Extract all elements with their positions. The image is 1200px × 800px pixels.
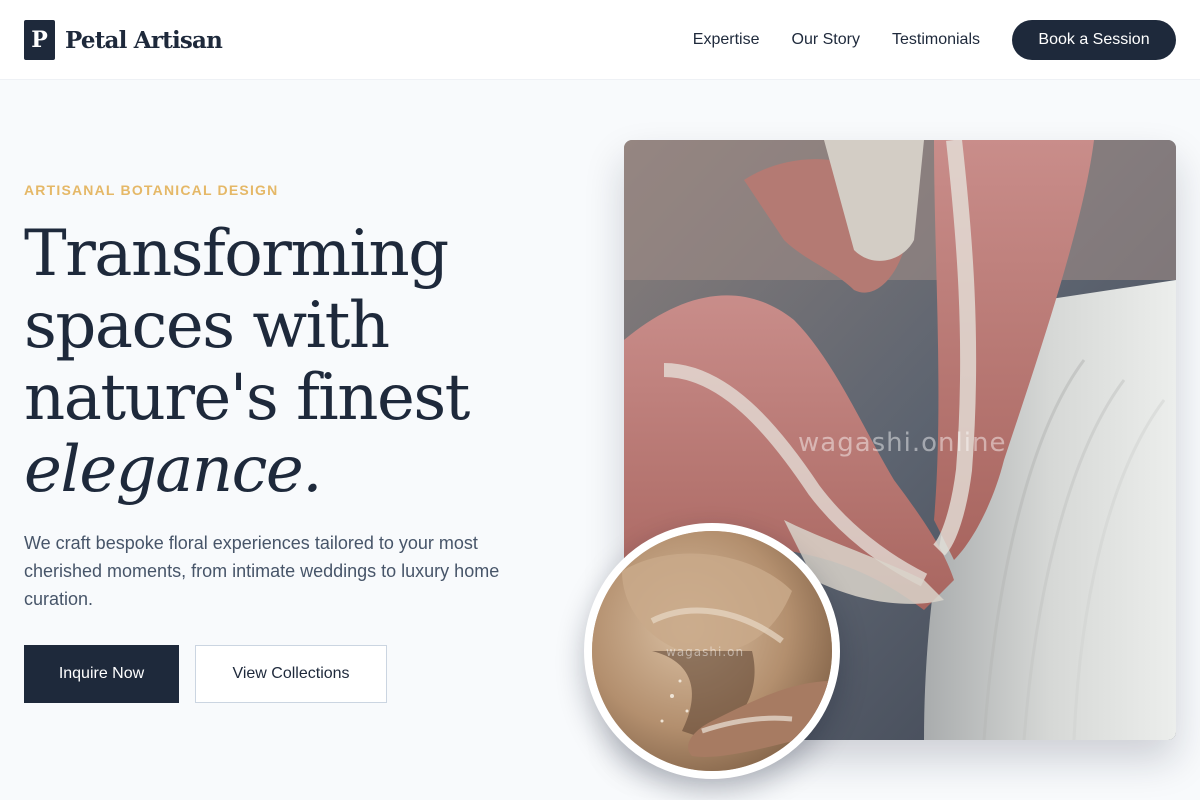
brand-name: Petal Artisan [65, 26, 223, 54]
site-header: P Petal Artisan Expertise Our Story Test… [0, 0, 1200, 80]
hero-lead: We craft bespoke floral experiences tail… [24, 533, 500, 609]
logo-mark-icon: P [24, 20, 55, 60]
view-collections-button[interactable]: View Collections [195, 645, 387, 703]
hero-eyebrow: ARTISANAL BOTANICAL DESIGN [24, 182, 279, 198]
headline-line: Transforming [24, 217, 449, 291]
nav-link-our-story[interactable]: Our Story [792, 31, 860, 49]
image-watermark: wagashi.online [798, 428, 1007, 458]
book-session-button[interactable]: Book a Session [1012, 20, 1176, 60]
nav-link-testimonials[interactable]: Testimonials [892, 31, 980, 49]
inquire-now-button[interactable]: Inquire Now [24, 645, 179, 703]
hero-headline: Transforming spaces with nature's finest… [24, 218, 564, 506]
inset-image-clay-hand: wagashi.on [584, 523, 840, 779]
headline-emphasis: elegance. [24, 433, 323, 507]
nav-link-expertise[interactable]: Expertise [693, 31, 760, 49]
headline-line: spaces with [24, 289, 390, 363]
headline-line: nature's finest [24, 361, 470, 435]
main-nav: Expertise Our Story Testimonials Book a … [693, 20, 1176, 60]
brand-logo[interactable]: P Petal Artisan [24, 20, 223, 60]
image-watermark: wagashi.on [666, 645, 745, 659]
